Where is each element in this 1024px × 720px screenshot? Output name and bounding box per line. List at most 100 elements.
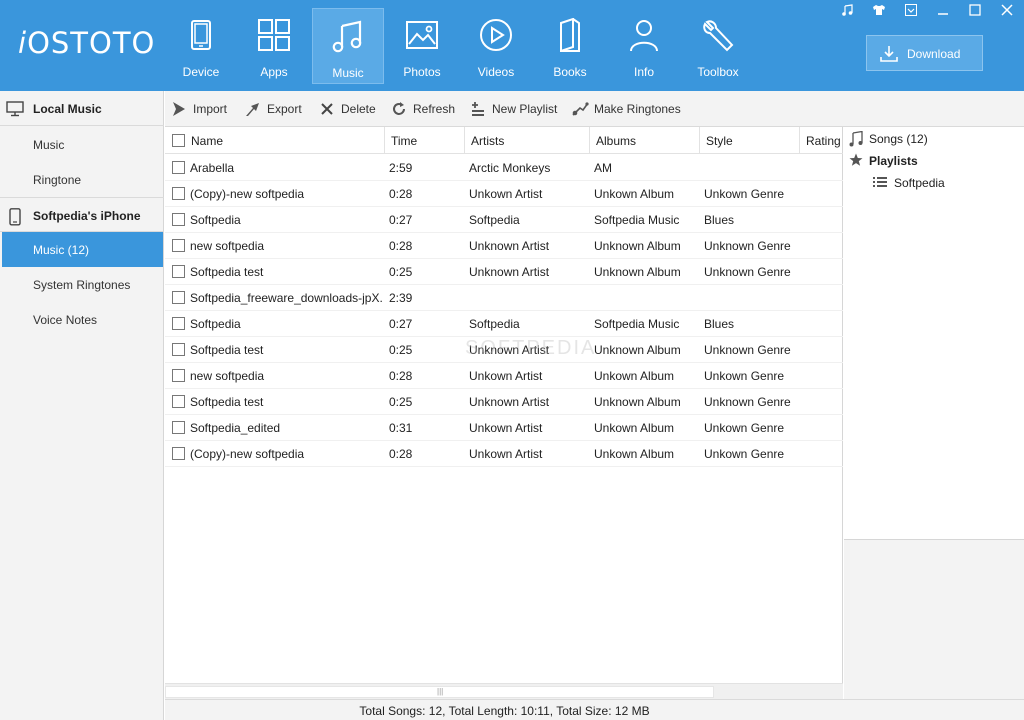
table-cell: 0:28: [389, 369, 413, 383]
table-row[interactable]: Softpedia_freeware_downloads-jpX... 2:39: [165, 285, 843, 311]
minimize-icon[interactable]: [936, 4, 950, 18]
sidebar-group-local-music[interactable]: Local Music: [0, 91, 164, 126]
nav-videos[interactable]: Videos: [460, 8, 532, 84]
books-icon: [553, 17, 587, 53]
table-cell: Unknown Genre: [704, 239, 791, 253]
select-all-checkbox[interactable]: [172, 134, 185, 147]
status-text: Total Songs: 12, Total Length: 10:11, To…: [359, 704, 650, 718]
row-checkbox[interactable]: [172, 343, 185, 356]
sidebar-item-music[interactable]: Music: [0, 127, 164, 162]
sidebar-group-label: Softpedia's iPhone: [33, 209, 141, 223]
nav-label: Videos: [477, 65, 515, 79]
nav-apps[interactable]: Apps: [238, 8, 310, 84]
table-row[interactable]: (Copy)-new softpedia 0:28 Unkown Artist Unk…: [165, 181, 843, 207]
photos-icon: [405, 18, 439, 52]
playlist-add-icon: [470, 101, 486, 120]
table-cell: AM: [594, 161, 612, 175]
column-time[interactable]: Time: [385, 127, 465, 154]
make-ringtones-button[interactable]: Make Ringtones: [572, 100, 684, 118]
sidebar-item-ringtone[interactable]: Ringtone: [0, 162, 164, 197]
row-checkbox[interactable]: [172, 395, 185, 408]
row-checkbox[interactable]: [172, 239, 185, 252]
songs-table: Name Time Artists Albums Style Rating Ar…: [165, 127, 843, 683]
row-checkbox[interactable]: [172, 291, 185, 304]
table-cell: Unknown Album: [594, 239, 681, 253]
column-style[interactable]: Style: [700, 127, 800, 154]
row-checkbox[interactable]: [172, 369, 185, 382]
table-cell: new softpedia: [190, 369, 265, 383]
table-cell: Unknown Album: [594, 265, 681, 279]
column-rating[interactable]: Rating: [800, 127, 843, 154]
row-checkbox[interactable]: [172, 317, 185, 330]
music-note-icon[interactable]: [840, 4, 854, 18]
row-checkbox[interactable]: [172, 213, 185, 226]
star-icon: [849, 153, 863, 166]
sidebar-item-voice-notes[interactable]: Voice Notes: [0, 302, 164, 337]
table-cell: 0:25: [389, 265, 413, 279]
table-cell: 0:31: [389, 421, 413, 435]
skin-icon[interactable]: [872, 4, 886, 18]
nav-music[interactable]: Music: [312, 8, 384, 84]
table-row[interactable]: Softpedia 0:27 Softpedia Softpedia Music Blu…: [165, 207, 843, 233]
table-cell: (Copy)-new softpedia: [190, 447, 305, 461]
import-button[interactable]: Import: [171, 100, 235, 118]
table-row[interactable]: Softpedia 0:27 Softpedia Softpedia Music Blu…: [165, 311, 843, 337]
column-name[interactable]: Name: [165, 127, 385, 154]
table-cell: 0:28: [389, 239, 413, 253]
videos-icon: [479, 18, 513, 52]
table-cell: Blues: [704, 213, 735, 227]
table-cell: 2:39: [389, 291, 413, 305]
table-cell: 0:27: [389, 317, 413, 331]
row-checkbox[interactable]: [172, 265, 185, 278]
nav-info[interactable]: Info: [608, 8, 680, 84]
menu-icon[interactable]: [904, 4, 918, 18]
table-row[interactable]: (Copy)-new softpedia 0:28 Unkown Artist Unk…: [165, 441, 843, 467]
table-cell: 2:59: [389, 161, 413, 175]
row-checkbox[interactable]: [172, 421, 185, 434]
nav-label: Device: [182, 65, 220, 79]
row-checkbox[interactable]: [172, 161, 185, 174]
table-row[interactable]: new softpedia 0:28 Unknown Artist Unknown A…: [165, 233, 843, 259]
table-cell: Unkown Genre: [704, 447, 785, 461]
table-row[interactable]: Softpedia test 0:25 Unknown Artist Unknown …: [165, 259, 843, 285]
horizontal-scrollbar[interactable]: |||: [165, 683, 843, 699]
nav-label: Apps: [260, 65, 288, 79]
monitor-icon: [6, 101, 24, 120]
sidebar-item-system-ringtones[interactable]: System Ringtones: [0, 267, 164, 302]
nav-toolbox[interactable]: Toolbox: [682, 8, 754, 84]
maximize-icon[interactable]: [968, 4, 982, 18]
nav-device[interactable]: Device: [165, 8, 237, 84]
close-icon[interactable]: [1000, 4, 1014, 18]
column-artists[interactable]: Artists: [465, 127, 590, 154]
table-cell: 0:25: [389, 395, 413, 409]
phone-icon: [6, 208, 24, 229]
table-row[interactable]: new softpedia 0:28 Unkown Artist Unkown Alb…: [165, 363, 843, 389]
table-row[interactable]: Softpedia_edited 0:31 Unkown Artist Unkown …: [165, 415, 843, 441]
music-icon: [331, 19, 365, 53]
table-cell: Unknown Artist: [469, 395, 550, 409]
sidebar-group-label: Local Music: [33, 102, 102, 116]
table-cell: Unkown Artist: [469, 187, 543, 201]
table-cell: Unknown Artist: [469, 239, 550, 253]
table-cell: Unknown Artist: [469, 265, 550, 279]
download-icon: [880, 45, 898, 66]
row-checkbox[interactable]: [172, 447, 185, 460]
nav-books[interactable]: Books: [534, 8, 606, 84]
table-row[interactable]: Softpedia test 0:25 Unknown Artist Unknown …: [165, 389, 843, 415]
sidebar-group-device[interactable]: Softpedia's iPhone: [0, 197, 164, 232]
refresh-button[interactable]: Refresh: [391, 100, 457, 118]
table-row[interactable]: Arabella 2:59 Arctic Monkeys AM: [165, 155, 843, 181]
table-cell: Unkown Genre: [704, 369, 785, 383]
nav-photos[interactable]: Photos: [386, 8, 458, 84]
sidebar-item-device-music[interactable]: Music (12): [2, 232, 163, 267]
table-cell: Softpedia: [190, 317, 241, 331]
row-checkbox[interactable]: [172, 187, 185, 200]
import-icon: [171, 101, 187, 120]
delete-button[interactable]: Delete: [319, 100, 379, 118]
table-cell: Softpedia test: [190, 265, 264, 279]
table-cell: Softpedia Music: [594, 317, 680, 331]
new-playlist-button[interactable]: New Playlist: [470, 100, 562, 118]
column-albums[interactable]: Albums: [590, 127, 700, 154]
download-button[interactable]: Download: [866, 35, 983, 71]
export-button[interactable]: Export: [245, 100, 311, 118]
